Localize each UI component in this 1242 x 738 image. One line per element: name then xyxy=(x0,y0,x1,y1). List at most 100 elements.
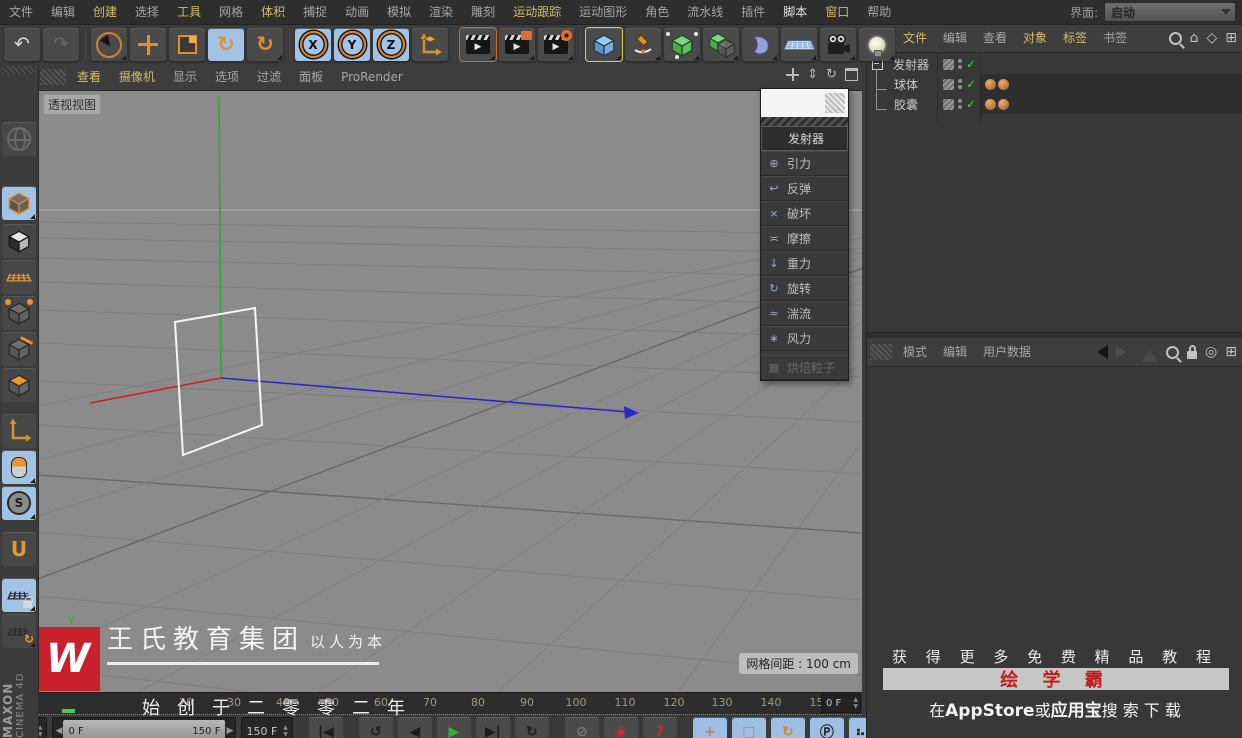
layers-icon[interactable]: ◇ xyxy=(1206,31,1217,45)
render-view-button[interactable]: ▶ xyxy=(460,28,496,61)
palette-item-emitter[interactable]: 发射器 xyxy=(761,126,848,151)
coordinate-system-button[interactable] xyxy=(412,28,448,61)
pan-view-icon[interactable] xyxy=(786,68,800,81)
lock-x-axis-button[interactable]: X xyxy=(295,28,331,61)
palette-grip-icon[interactable] xyxy=(825,93,845,113)
enabled-check-icon[interactable]: ✓ xyxy=(966,78,976,90)
visibility-dots[interactable] xyxy=(958,59,962,69)
rotate-view-icon[interactable]: ↻ xyxy=(826,68,837,81)
object-row-emitter[interactable]: 发射器 ✓ xyxy=(867,54,1242,74)
layer-icon[interactable] xyxy=(943,78,954,90)
phong-tag-icon[interactable] xyxy=(985,98,996,110)
menu-mesh[interactable]: 网格 xyxy=(210,0,252,24)
menu-file[interactable]: 文件 xyxy=(0,0,42,24)
viewport-canvas[interactable]: 透视视图 网格间距 : 100 cm Y W 王氏教育集团 以人为本 xyxy=(38,90,862,692)
deformer-button[interactable] xyxy=(742,28,778,61)
spinner-icon[interactable]: ▲ ▼ xyxy=(283,724,288,738)
vp-menu-view[interactable]: 查看 xyxy=(68,64,110,90)
key-rotation-button[interactable]: ↻ xyxy=(770,717,805,738)
ruler-frame-field[interactable]: 0 F ▲ ▼ xyxy=(821,694,861,713)
snap-quantize-button[interactable]: S xyxy=(2,486,36,520)
palette-item-wind[interactable]: ∗ 风力 xyxy=(761,326,848,351)
lock-z-axis-button[interactable]: Z xyxy=(373,28,409,61)
view-label[interactable]: 透视视图 xyxy=(44,95,101,114)
previous-key-button[interactable]: ↺ xyxy=(358,717,393,738)
add-panel-icon[interactable]: ⊞ xyxy=(1225,345,1237,359)
vp-menu-panel[interactable]: 面板 xyxy=(290,64,332,90)
lock-icon[interactable] xyxy=(1187,344,1198,359)
play-sound-button[interactable]: ⊘ xyxy=(564,717,599,738)
current-frame-marker[interactable] xyxy=(62,709,75,713)
menu-create[interactable]: 创建 xyxy=(84,0,126,24)
menu-select[interactable]: 选择 xyxy=(126,0,168,24)
add-cube-button[interactable] xyxy=(586,28,622,61)
rotate-button[interactable]: ↻ xyxy=(208,28,244,61)
play-button[interactable]: ▶ xyxy=(436,717,471,738)
menu-mograph[interactable]: 运动图形 xyxy=(570,0,636,24)
menu-plugins[interactable]: 插件 xyxy=(732,0,774,24)
material-tag-icon[interactable] xyxy=(998,78,1009,90)
previous-frame-button[interactable]: ◀ xyxy=(397,717,432,738)
key-pla-button[interactable]: ⠦⠦ xyxy=(848,717,866,738)
polygons-mode-button[interactable] xyxy=(2,368,36,402)
palette-titlebar[interactable] xyxy=(761,89,848,117)
panel-grip-icon[interactable] xyxy=(870,344,892,360)
menu-render[interactable]: 渲染 xyxy=(420,0,462,24)
menu-animate[interactable]: 动画 xyxy=(336,0,378,24)
om-menu-file[interactable]: 文件 xyxy=(895,24,935,52)
search-icon[interactable] xyxy=(1166,345,1180,359)
menu-window[interactable]: 窗口 xyxy=(816,0,858,24)
palette-item-destructor[interactable]: × 破坏 xyxy=(761,201,848,226)
search-icon[interactable] xyxy=(1168,31,1182,45)
next-key-button[interactable]: ↻ xyxy=(514,717,549,738)
goto-start-button[interactable]: |◀ xyxy=(308,717,343,738)
vp-menu-filter[interactable]: 过滤 xyxy=(248,64,290,90)
menu-tools[interactable]: 工具 xyxy=(168,0,210,24)
viewport-solo-button[interactable] xyxy=(2,450,36,484)
menu-volume[interactable]: 体积 xyxy=(252,0,294,24)
om-menu-view[interactable]: 查看 xyxy=(975,24,1015,52)
vp-menu-options[interactable]: 选项 xyxy=(206,64,248,90)
phong-tag-icon[interactable] xyxy=(985,78,996,90)
autokey-button[interactable]: ? xyxy=(642,717,677,738)
record-button[interactable]: ◉ xyxy=(603,717,638,738)
visibility-dots[interactable] xyxy=(958,99,962,109)
palette-item-turbulence[interactable]: ≈ 湍流 xyxy=(761,301,848,326)
render-to-picture-viewer-button[interactable]: ▶ xyxy=(499,28,535,61)
environment-floor-button[interactable] xyxy=(781,28,817,61)
menu-character[interactable]: 角色 xyxy=(636,0,678,24)
menu-motion-tracker[interactable]: 运动跟踪 xyxy=(504,0,570,24)
home-icon[interactable]: ⌂ xyxy=(1190,31,1199,45)
end-frame-input[interactable]: 150 F ▲ ▼ xyxy=(241,717,293,738)
lock-y-axis-button[interactable]: Y xyxy=(334,28,370,61)
enable-axis-button[interactable] xyxy=(2,414,36,448)
live-selection-button[interactable] xyxy=(91,28,127,61)
workplane-mode-button[interactable] xyxy=(2,260,36,294)
om-menu-edit[interactable]: 编辑 xyxy=(935,24,975,52)
am-menu-edit[interactable]: 编辑 xyxy=(935,338,975,366)
palette-item-rotation[interactable]: ↻ 旋转 xyxy=(761,276,848,301)
timeline-ruler[interactable]: 20 30 40 50 60 70 80 90 100 110 120 130 … xyxy=(38,692,862,719)
material-tag-icon[interactable] xyxy=(998,98,1009,110)
frame-range-slider[interactable]: ◀ 0 F 150 F ▶ xyxy=(52,717,237,738)
am-menu-mode[interactable]: 模式 xyxy=(895,338,935,366)
range-left-arrow-icon[interactable]: ◀ xyxy=(55,726,62,736)
menu-help[interactable]: 帮助 xyxy=(858,0,900,24)
vp-menu-prorender[interactable]: ProRender xyxy=(332,64,412,90)
enable-snap-button[interactable]: U xyxy=(2,532,36,566)
am-menu-userdata[interactable]: 用户数据 xyxy=(975,338,1039,366)
undo-button[interactable]: ↶ xyxy=(4,28,40,61)
om-menu-tags[interactable]: 标签 xyxy=(1055,24,1095,52)
om-menu-objects[interactable]: 对象 xyxy=(1015,24,1055,52)
palette-item-deflector[interactable]: ↩ 反弹 xyxy=(761,176,848,201)
array-cloner-button[interactable] xyxy=(703,28,739,61)
points-mode-button[interactable] xyxy=(2,296,36,330)
camera-button[interactable] xyxy=(820,28,856,61)
layer-icon[interactable] xyxy=(943,58,954,70)
maximize-view-icon[interactable] xyxy=(845,68,858,81)
menu-simulate[interactable]: 模拟 xyxy=(378,0,420,24)
palette-item-attractor[interactable]: ⊕ 引力 xyxy=(761,151,848,176)
object-row-capsule[interactable]: 胶囊 ✓ xyxy=(867,89,1242,114)
vp-menu-camera[interactable]: 摄像机 xyxy=(110,64,164,90)
scale-button[interactable] xyxy=(169,28,205,61)
